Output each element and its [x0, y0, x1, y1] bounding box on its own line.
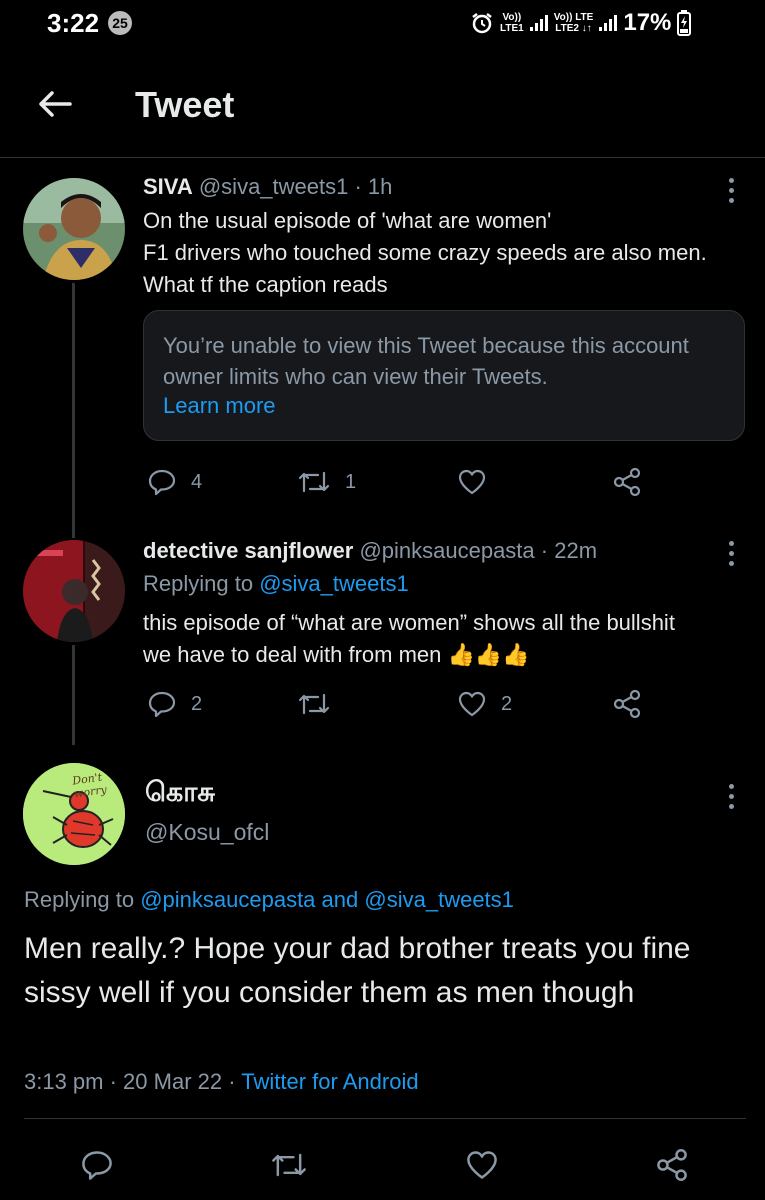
retweet-button[interactable] — [270, 1148, 308, 1182]
tweet-timestamp: 3:13 pm · 20 Mar 22 · Twitter for Androi… — [24, 1069, 419, 1094]
heart-icon — [467, 1151, 497, 1179]
notification-badge: 25 — [108, 11, 132, 35]
retweet-count: 1 — [345, 470, 357, 493]
author-handle[interactable]: @Kosu_ofcl — [145, 819, 269, 846]
alarm-icon — [470, 11, 494, 35]
more-options-icon[interactable] — [729, 784, 737, 814]
sim2-indicator: Vo)) LTE LTE2 ↓↑ — [553, 12, 594, 34]
retweet-button[interactable]: 1 — [297, 467, 356, 497]
share-icon — [613, 467, 641, 497]
share-button[interactable] — [612, 689, 642, 719]
unavailable-message: You’re unable to view this Tweet because… — [163, 333, 689, 389]
like-button[interactable]: 2 — [457, 689, 512, 719]
tweet-time: · 22m — [540, 538, 598, 563]
more-options-icon[interactable] — [729, 541, 737, 571]
mention-link[interactable]: @pinksaucepasta — [140, 887, 315, 912]
share-button[interactable] — [655, 1148, 689, 1182]
replying-to: Replying to @pinksaucepasta and @siva_tw… — [24, 887, 514, 912]
share-icon — [613, 689, 641, 719]
author-name[interactable]: கொசு — [145, 777, 215, 812]
divider — [24, 1118, 746, 1119]
tweet-text: this episode of “what are women” shows a… — [143, 610, 675, 667]
header-divider — [0, 157, 765, 158]
author-name[interactable]: detective sanjflower — [143, 538, 353, 563]
like-button[interactable] — [465, 1148, 499, 1182]
arrow-left-icon — [39, 91, 72, 117]
author-handle[interactable]: @pinksaucepasta — [359, 538, 534, 563]
author-name[interactable]: SIVA — [143, 174, 193, 199]
mention-link[interactable]: @siva_tweets1 — [259, 571, 409, 596]
like-button[interactable] — [457, 467, 487, 497]
tweet-time: · 1h — [354, 174, 393, 199]
reply-button[interactable]: 4 — [147, 467, 202, 497]
mention-link[interactable]: @siva_tweets1 — [364, 887, 514, 912]
battery-charging-icon — [677, 10, 692, 36]
heart-icon — [458, 469, 486, 495]
replying-to: Replying to @siva_tweets1 — [143, 571, 409, 596]
page-title: Tweet — [135, 84, 235, 125]
retweet-icon — [298, 471, 330, 493]
like-count: 2 — [501, 692, 513, 715]
sim1-indicator: Vo)) LTE1 — [500, 12, 524, 34]
thumbs-up-emoji: 👍👍👍 — [447, 642, 530, 667]
tweet-header: detective sanjflower @pinksaucepasta · 2… — [143, 535, 597, 567]
tweet-text: Men really.? Hope your dad brother treat… — [24, 932, 691, 1009]
reply-count: 2 — [191, 692, 203, 715]
tweet-text: On the usual episode of 'what are women'… — [143, 208, 707, 297]
retweet-icon — [298, 693, 330, 715]
share-icon — [657, 1149, 687, 1181]
status-indicators: Vo)) LTE1 Vo)) LTE LTE2 ↓↑ 17% — [470, 8, 692, 38]
heart-icon — [458, 691, 486, 717]
author-handle[interactable]: @siva_tweets1 — [199, 174, 349, 199]
status-time: 3:22 — [47, 8, 100, 38]
more-options-icon[interactable] — [729, 178, 737, 208]
learn-more-link[interactable]: Learn more — [163, 393, 276, 419]
retweet-button[interactable] — [297, 689, 331, 719]
avatar[interactable]: Don't worry — [23, 763, 125, 865]
avatar[interactable] — [23, 540, 125, 642]
reply-icon — [82, 1151, 112, 1180]
thread-connector — [72, 645, 75, 745]
reply-button[interactable] — [80, 1148, 114, 1182]
reply-icon — [148, 691, 176, 718]
reply-icon — [148, 469, 176, 496]
avatar[interactable] — [23, 178, 125, 280]
reply-button[interactable]: 2 — [147, 689, 202, 719]
share-button[interactable] — [612, 467, 642, 497]
tweet-header: SIVA @siva_tweets1 · 1h — [143, 171, 392, 203]
retweet-icon — [272, 1153, 306, 1177]
back-button[interactable] — [30, 80, 78, 128]
signal-icon — [599, 15, 618, 31]
thread-connector — [72, 283, 75, 538]
source-link[interactable]: Twitter for Android — [241, 1069, 418, 1094]
signal-icon — [529, 15, 548, 31]
battery-percent: 17% — [623, 9, 672, 36]
reply-count: 4 — [191, 470, 203, 493]
